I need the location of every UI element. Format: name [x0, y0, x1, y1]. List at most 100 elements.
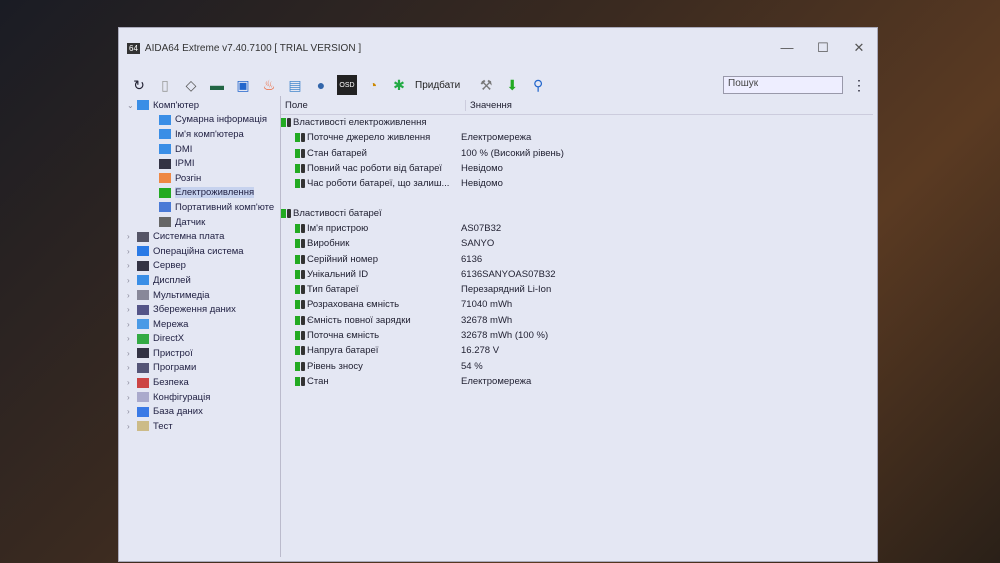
tree-item-computer[interactable]: ⌄ Комп'ютер — [127, 98, 280, 113]
tree-item[interactable]: › Операційна система — [127, 244, 280, 259]
group-header[interactable]: Властивості батареї — [281, 205, 873, 220]
chevron-right-icon[interactable]: › — [127, 291, 137, 300]
buy-button[interactable]: Придбати — [415, 80, 460, 91]
close-button[interactable]: ✕ — [841, 40, 877, 56]
tree-item[interactable]: › Конфігурація — [127, 390, 280, 405]
tree-item[interactable]: › Тест — [127, 419, 280, 434]
tree-item-label: Програми — [153, 362, 197, 374]
chevron-right-icon[interactable]: › — [127, 276, 137, 285]
table-row[interactable]: Поточне джерело живлення Електромережа — [281, 130, 873, 145]
field-label: Поточне джерело живлення — [307, 132, 431, 144]
table-row[interactable]: Повний час роботи від батареї Невідомо — [281, 161, 873, 176]
tree-item-child[interactable]: Ім'я комп'ютера — [127, 127, 280, 142]
table-row[interactable]: Рівень зносу 54 % — [281, 358, 873, 373]
tree-item-icon — [159, 217, 171, 228]
table-row[interactable]: Ім'я пристрою AS07B32 — [281, 221, 873, 236]
tree-item-icon — [137, 333, 149, 344]
table-row[interactable]: Виробник SANYO — [281, 236, 873, 251]
chevron-right-icon[interactable]: › — [127, 334, 137, 343]
tree-item[interactable]: › Системна плата — [127, 229, 280, 244]
user-icon[interactable]: ● — [311, 75, 331, 95]
tree-item[interactable]: › Пристрої — [127, 346, 280, 361]
tree-item-label: Безпека — [153, 377, 189, 389]
column-header-value[interactable]: Значення — [466, 100, 650, 111]
chevron-right-icon[interactable]: › — [127, 305, 137, 314]
tree-item-child[interactable]: Портативний комп'юте — [127, 200, 280, 215]
group-header[interactable]: Властивості електроживлення — [281, 115, 873, 130]
tree-item-icon — [159, 114, 171, 125]
tree-item[interactable]: › Безпека — [127, 375, 280, 390]
tree-item-child[interactable]: Датчик — [127, 215, 280, 230]
tree-item[interactable]: › Мережа — [127, 317, 280, 332]
tree-item-icon — [137, 246, 149, 257]
search-icon[interactable]: ⚲ — [528, 75, 548, 95]
search-input[interactable]: Пошук — [723, 76, 843, 94]
chevron-right-icon[interactable]: › — [127, 247, 137, 256]
minimize-button[interactable]: — — [769, 40, 805, 56]
navigation-tree: ⌄ Комп'ютер Сумарна інформація Ім'я комп'ют… — [127, 96, 281, 557]
tree-item-icon — [137, 260, 149, 271]
tree-item-label: DMI — [175, 143, 193, 155]
download-icon[interactable]: ⬇ — [502, 75, 522, 95]
chevron-right-icon[interactable]: › — [127, 232, 137, 241]
chevron-right-icon[interactable]: › — [127, 393, 137, 402]
tree-item[interactable]: › Дисплей — [127, 273, 280, 288]
tree-item[interactable]: › DirectX — [127, 332, 280, 347]
tree-item-icon — [159, 202, 171, 213]
network-icon[interactable]: ▣ — [233, 75, 253, 95]
tree-item[interactable]: › Сервер — [127, 259, 280, 274]
battery-icon — [295, 315, 300, 325]
plug-icon — [301, 254, 305, 264]
chevron-right-icon[interactable]: › — [127, 407, 137, 416]
table-row[interactable]: Унікальний ID 6136SANYOAS07B32 — [281, 267, 873, 282]
table-row[interactable]: Напруга батареї 16.278 V — [281, 343, 873, 358]
chevron-down-icon[interactable]: ⌄ — [127, 101, 137, 110]
table-row[interactable]: Стан Електромережа — [281, 374, 873, 389]
chevron-right-icon[interactable]: › — [127, 349, 137, 358]
more-menu-icon[interactable]: ⋮ — [849, 77, 869, 94]
tree-item[interactable]: › Мультимедіа — [127, 288, 280, 303]
battery-icon — [281, 118, 286, 128]
tools-icon[interactable]: ⚒ — [476, 75, 496, 95]
tree-item-child[interactable]: DMI — [127, 142, 280, 157]
field-value: Перезарядний Li-Ion — [461, 284, 552, 296]
tree-item-child[interactable]: IPMI — [127, 156, 280, 171]
chevron-right-icon[interactable]: › — [127, 422, 137, 431]
maximize-button[interactable]: ☐ — [805, 40, 841, 56]
table-row[interactable]: Поточна ємність 32678 mWh (100 %) — [281, 328, 873, 343]
chevron-right-icon[interactable]: › — [127, 320, 137, 329]
gauge-icon[interactable]: ◔ — [363, 75, 383, 95]
memory-icon[interactable]: ▬ — [207, 75, 227, 95]
tree-item-icon — [137, 406, 149, 417]
tree-item-child[interactable]: Розгін — [127, 171, 280, 186]
table-row[interactable]: Тип батареї Перезарядний Li-Ion — [281, 282, 873, 297]
chevron-right-icon[interactable]: › — [127, 363, 137, 372]
osd-icon[interactable]: OSD — [337, 75, 357, 95]
tree-item-icon — [137, 100, 149, 111]
chevron-right-icon[interactable]: › — [127, 378, 137, 387]
buy-icon[interactable]: ✱ — [389, 75, 409, 95]
tree-item[interactable]: › База даних — [127, 404, 280, 419]
chevron-right-icon[interactable]: › — [127, 261, 137, 270]
column-header-field[interactable]: Поле — [281, 99, 466, 111]
sensor-icon[interactable]: ▤ — [285, 75, 305, 95]
tree-item-label: База даних — [153, 406, 203, 418]
motherboard-icon[interactable]: ◇ — [181, 75, 201, 95]
plug-icon — [301, 133, 305, 143]
flame-icon[interactable]: ♨ — [259, 75, 279, 95]
table-row[interactable]: Ємність повної зарядки 32678 mWh — [281, 313, 873, 328]
refresh-icon[interactable]: ↻ — [129, 75, 149, 95]
tree-item-label: DirectX — [153, 333, 185, 345]
table-row[interactable]: Стан батарей 100 % (Високий рівень) — [281, 146, 873, 161]
tree-item-icon — [159, 144, 171, 155]
tree-item-child[interactable]: Сумарна інформація — [127, 113, 280, 128]
table-row[interactable]: Час роботи батареї, що залиш... Невідомо — [281, 176, 873, 191]
tree-item[interactable]: › Збереження даних — [127, 302, 280, 317]
table-row[interactable]: Розрахована ємність 71040 mWh — [281, 297, 873, 312]
table-row[interactable]: Серійний номер 6136 — [281, 251, 873, 266]
tree-item[interactable]: › Програми — [127, 361, 280, 376]
tree-item-label: Конфігурація — [153, 391, 211, 403]
tree-item-child[interactable]: Електроживлення — [127, 186, 280, 201]
field-value: 6136SANYOAS07B32 — [461, 268, 556, 280]
report-icon[interactable]: ▯ — [155, 75, 175, 95]
